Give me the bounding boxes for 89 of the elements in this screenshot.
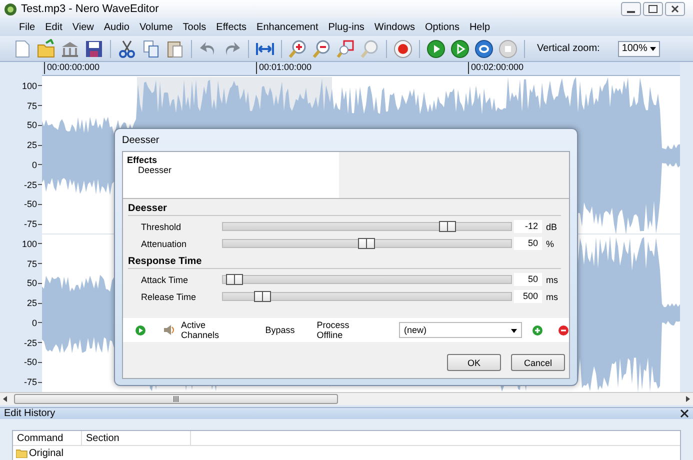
slider-thumb[interactable] (358, 238, 375, 249)
window-title: Test.mp3 - Nero WaveEditor (21, 3, 160, 15)
add-preset-icon[interactable] (532, 324, 543, 336)
axis-label: -50 (0, 194, 42, 214)
axis-label: -25 (0, 174, 42, 194)
bypass-button[interactable]: Bypass (265, 325, 295, 335)
paste-icon[interactable] (165, 38, 185, 58)
close-icon[interactable] (680, 409, 689, 418)
unit-label: % (546, 238, 554, 248)
value-field[interactable]: 50 (514, 237, 542, 250)
play-icon[interactable] (426, 38, 446, 58)
value-field[interactable]: -12 (514, 220, 542, 233)
axis-label: 0 (0, 313, 42, 333)
record-icon[interactable] (393, 38, 413, 58)
value-field[interactable]: 50 (514, 273, 542, 286)
save-icon[interactable] (84, 38, 104, 58)
grip-icon (173, 396, 179, 402)
menu-item[interactable]: Plug-ins (323, 22, 370, 32)
menu-item[interactable]: File (14, 22, 40, 32)
copy-icon[interactable] (141, 38, 161, 58)
menu-item[interactable]: Enhancement (252, 22, 324, 32)
parameter-label: Attenuation (140, 238, 188, 248)
minimize-button[interactable] (621, 2, 641, 16)
tree-item[interactable]: Deesser (127, 165, 335, 175)
parameter-label: Threshold (140, 222, 182, 232)
menu-item[interactable]: Help (464, 22, 496, 32)
axis-label: -25 (0, 332, 42, 352)
folder-icon (16, 448, 28, 458)
play-selection-icon[interactable] (450, 38, 470, 58)
maximize-button[interactable] (643, 2, 663, 16)
active-channels-button[interactable]: Active Channels (181, 320, 244, 340)
vertical-zoom-label: Vertical zoom: (537, 43, 600, 54)
menu-item[interactable]: Effects (211, 22, 252, 32)
remove-preset-icon[interactable] (558, 324, 569, 336)
axis-label: 75 (0, 254, 42, 274)
column-header[interactable]: Section (82, 431, 191, 445)
tree-heading: Effects (127, 155, 158, 165)
column-header[interactable]: Command (13, 431, 82, 445)
menu-item[interactable]: View (67, 22, 99, 32)
menu-item[interactable]: Audio (98, 22, 134, 32)
folder-icon[interactable] (36, 38, 56, 58)
unit-label: ms (546, 292, 558, 302)
parameter-label: Release Time (140, 292, 198, 302)
ok-button[interactable]: OK (447, 354, 501, 371)
time-label: 00:01:00:000 (256, 62, 468, 74)
scissors-icon[interactable] (117, 38, 137, 58)
table-cell[interactable]: Original (29, 448, 64, 458)
axis-label: -50 (0, 352, 42, 372)
vertical-zoom-dropdown[interactable]: 100% (618, 40, 660, 56)
panel-title: Edit History (4, 408, 56, 419)
axis-label: 50 (0, 116, 42, 136)
scrollbar-thumb[interactable] (14, 394, 338, 404)
preset-dropdown[interactable]: (new) (399, 322, 522, 338)
app-icon (4, 2, 17, 16)
time-label: 00:02:00:000 (468, 62, 680, 74)
parameter-label: Attack Time (140, 274, 190, 284)
zoom-in-icon[interactable] (288, 38, 308, 58)
menu-item[interactable]: Options (420, 22, 464, 32)
loop-icon[interactable] (474, 38, 494, 58)
unit-label: dB (546, 222, 558, 232)
axis-label: 50 (0, 274, 42, 294)
section-heading: Deesser (128, 199, 561, 216)
menu-item[interactable]: Tools (178, 22, 212, 32)
axis-label: -75 (0, 214, 42, 234)
play-icon[interactable] (135, 324, 146, 336)
process-offline-button[interactable]: Process Offline (316, 320, 376, 340)
value-field[interactable]: 500 (514, 290, 542, 303)
close-button[interactable] (665, 2, 685, 16)
section-heading: Response Time (128, 252, 561, 269)
axis-label: 100 (0, 234, 42, 254)
speaker-icon[interactable] (163, 324, 175, 336)
slider-thumb[interactable] (438, 221, 456, 232)
axis-label: 25 (0, 135, 42, 155)
axis-label: -75 (0, 372, 42, 392)
cancel-button[interactable]: Cancel (511, 354, 565, 371)
axis-label: 25 (0, 293, 42, 313)
menu-item[interactable]: Volume (134, 22, 178, 32)
zoom-out-icon[interactable] (312, 38, 332, 58)
axis-label: 75 (0, 96, 42, 116)
unit-label: ms (546, 274, 558, 284)
slider-thumb[interactable] (226, 274, 243, 285)
axis-label: 0 (0, 155, 42, 175)
menu-item[interactable]: Edit (40, 22, 68, 32)
menu-item[interactable]: Windows (369, 22, 420, 32)
zoom-selection-icon[interactable] (336, 38, 356, 58)
axis-label: 100 (0, 76, 42, 96)
time-label: 00:00:00:000 (44, 62, 256, 74)
slider-thumb[interactable] (254, 291, 272, 302)
dialog-title: Deesser (122, 134, 160, 148)
